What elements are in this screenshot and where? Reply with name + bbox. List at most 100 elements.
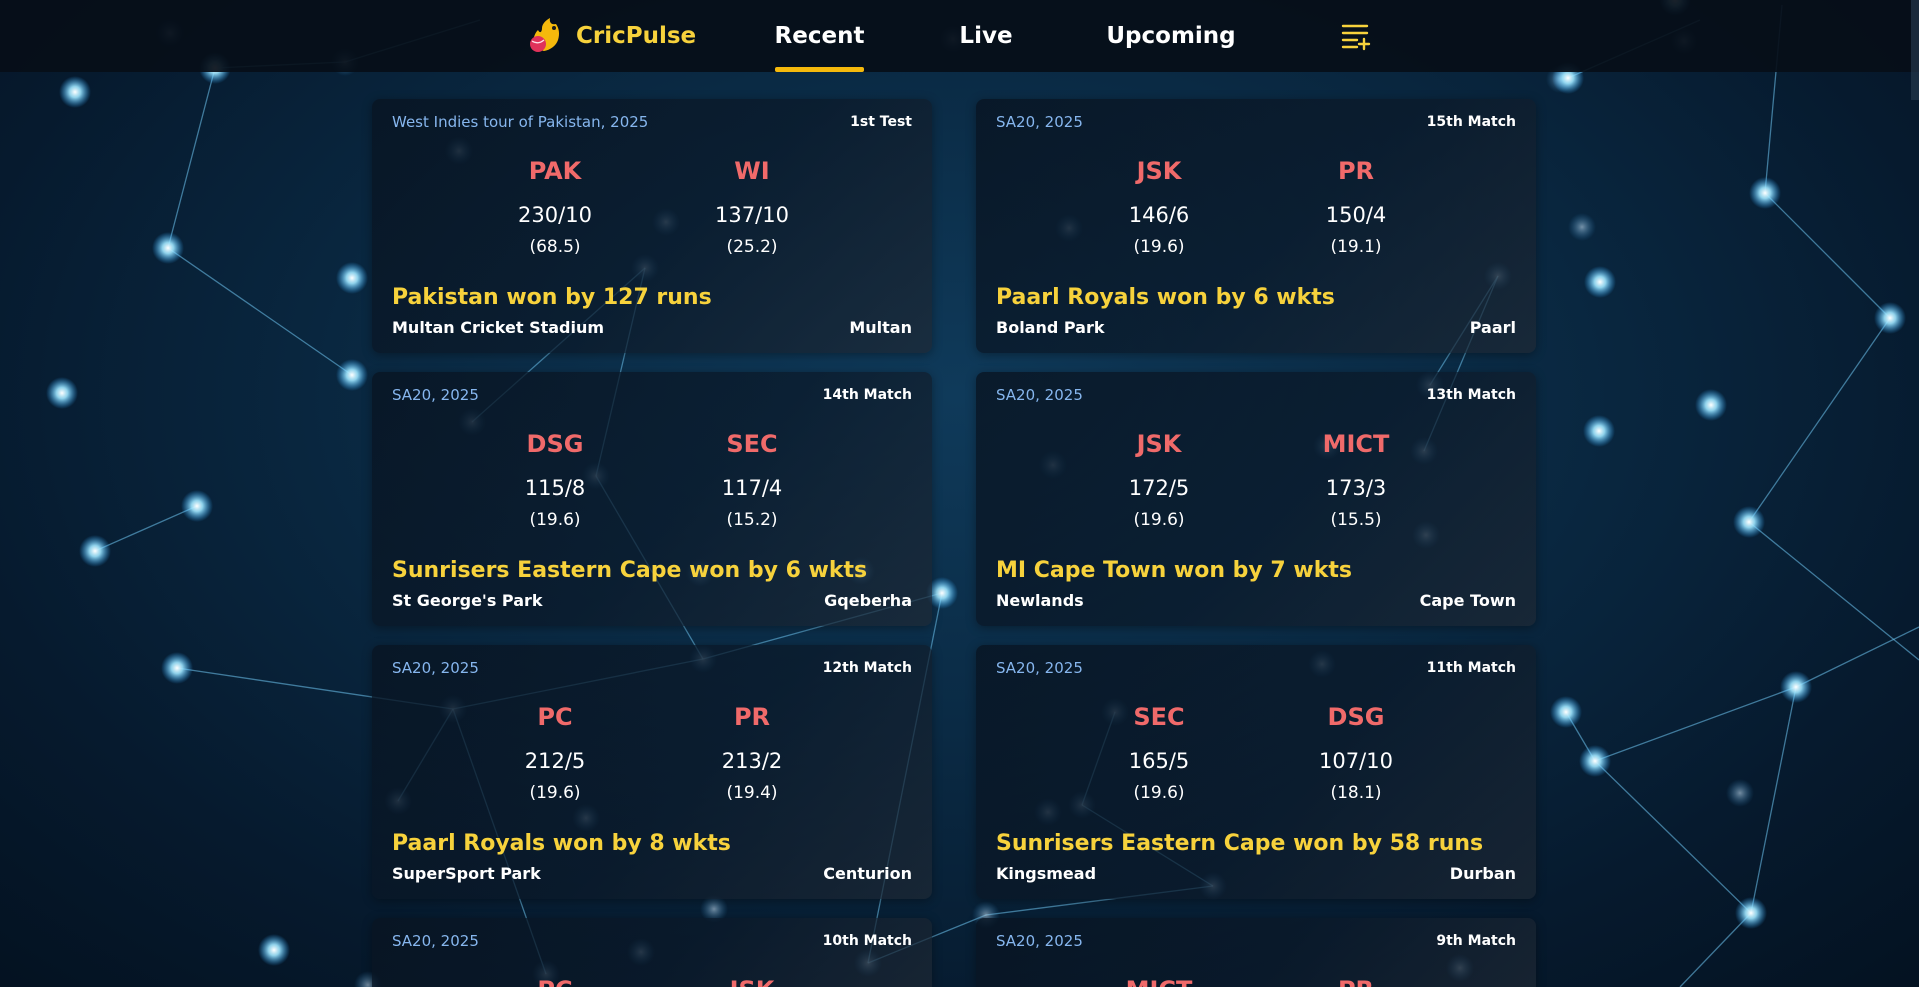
network-node <box>181 490 213 522</box>
tab-upcoming-label: Upcoming <box>1106 23 1236 49</box>
match-card[interactable]: West Indies tour of Pakistan, 2025 1st T… <box>372 99 932 353</box>
team2-name: JSK <box>672 976 832 987</box>
match-card[interactable]: SA20, 2025 15th Match JSK PR 146/6 150/4… <box>976 99 1536 353</box>
team1-overs: (19.6) <box>1133 510 1185 530</box>
team2-overs: (19.1) <box>1330 237 1382 257</box>
network-node <box>1749 177 1781 209</box>
team2-score: 150/4 <box>1325 203 1387 227</box>
match-number: 15th Match <box>1426 114 1516 130</box>
series-name: SA20, 2025 <box>996 113 1083 131</box>
team2-overs: (19.4) <box>726 783 778 803</box>
venue: St George's Park <box>392 591 543 610</box>
match-card[interactable]: SA20, 2025 10th Match PC JSK <box>372 918 932 987</box>
team2-overs: (25.2) <box>726 237 778 257</box>
network-node <box>1780 671 1812 703</box>
team2-score: 107/10 <box>1319 749 1393 773</box>
scrollbar[interactable] <box>1911 0 1919 100</box>
network-node <box>1568 213 1596 241</box>
team1-name: SEC <box>1133 703 1185 731</box>
match-card[interactable]: SA20, 2025 12th Match PC PR 212/5 213/2 … <box>372 645 932 899</box>
team1-score: 212/5 <box>524 749 586 773</box>
match-card[interactable]: SA20, 2025 14th Match DSG SEC 115/8 117/… <box>372 372 932 626</box>
team2-name: PR <box>1276 976 1436 987</box>
menu-list-icon <box>1341 24 1371 51</box>
match-number: 14th Match <box>822 387 912 403</box>
team2-overs: (18.1) <box>1330 783 1382 803</box>
menu-button[interactable] <box>1340 20 1372 52</box>
tab-upcoming[interactable]: Upcoming <box>1106 0 1236 72</box>
match-number: 11th Match <box>1426 660 1516 676</box>
series-name: SA20, 2025 <box>996 659 1083 677</box>
city: Paarl <box>1469 318 1516 337</box>
match-number: 12th Match <box>822 660 912 676</box>
series-name: SA20, 2025 <box>996 932 1083 950</box>
team1-score: 115/8 <box>524 476 586 500</box>
team2-name: PR <box>733 703 771 731</box>
team2-name: MICT <box>1322 430 1390 458</box>
venue: Boland Park <box>996 318 1105 337</box>
match-number: 13th Match <box>1426 387 1516 403</box>
team2-name: WI <box>734 157 770 185</box>
tab-live-label: Live <box>959 23 1013 49</box>
team1-name: JSK <box>1136 430 1182 458</box>
team2-overs: (15.2) <box>726 510 778 530</box>
team2-name: DSG <box>1327 703 1385 731</box>
team1-score: 172/5 <box>1128 476 1190 500</box>
venue: Newlands <box>996 591 1084 610</box>
venue: Kingsmead <box>996 864 1097 883</box>
city: Durban <box>1449 864 1516 883</box>
team1-name: MICT <box>1079 976 1239 987</box>
team1-name: PC <box>475 976 635 987</box>
network-node <box>1579 745 1611 777</box>
network-node <box>1584 266 1616 298</box>
match-card[interactable]: SA20, 2025 9th Match MICT PR <box>976 918 1536 987</box>
match-number: 10th Match <box>822 933 912 949</box>
team1-name: JSK <box>1136 157 1182 185</box>
team1-score: 230/10 <box>518 203 592 227</box>
tab-live[interactable]: Live <box>955 0 1017 72</box>
team1-name: PAK <box>528 157 582 185</box>
network-node <box>336 359 368 391</box>
network-node <box>1583 415 1615 447</box>
match-result: Sunrisers Eastern Cape won by 6 wkts <box>392 558 868 583</box>
brand[interactable]: CricPulse <box>526 16 696 56</box>
series-name: SA20, 2025 <box>392 659 479 677</box>
tab-recent[interactable]: Recent <box>775 0 864 72</box>
team2-name: SEC <box>726 430 778 458</box>
venue: Multan Cricket Stadium <box>392 318 605 337</box>
match-result: MI Cape Town won by 7 wkts <box>996 558 1352 583</box>
team2-name: PR <box>1337 157 1375 185</box>
team2-score: 137/10 <box>715 203 789 227</box>
team1-overs: (19.6) <box>529 783 581 803</box>
network-background <box>46 0 1919 987</box>
network-node <box>59 76 91 108</box>
city: Gqeberha <box>824 591 912 610</box>
city: Cape Town <box>1419 591 1516 610</box>
series-name: SA20, 2025 <box>996 386 1083 404</box>
match-number: 9th Match <box>1436 933 1516 949</box>
top-navbar: CricPulse Recent Live Upcoming <box>0 0 1919 72</box>
team2-score: 117/4 <box>721 476 783 500</box>
team1-score: 146/6 <box>1128 203 1190 227</box>
network-node <box>1874 302 1906 334</box>
team1-overs: (19.6) <box>1133 237 1185 257</box>
network-node <box>1733 506 1765 538</box>
match-card[interactable]: SA20, 2025 11th Match SEC DSG 165/5 107/… <box>976 645 1536 899</box>
series-name: West Indies tour of Pakistan, 2025 <box>392 113 649 131</box>
team1-score: 165/5 <box>1128 749 1190 773</box>
network-node <box>336 262 368 294</box>
venue: SuperSport Park <box>392 864 541 883</box>
network-node <box>1735 897 1767 929</box>
team2-score: 173/3 <box>1325 476 1387 500</box>
city: Centurion <box>823 864 912 883</box>
network-node <box>161 652 193 684</box>
network-node <box>1695 389 1727 421</box>
team2-overs: (15.5) <box>1330 510 1382 530</box>
network-node <box>1726 779 1754 807</box>
network-node <box>152 232 184 264</box>
network-node <box>46 377 78 409</box>
match-result: Sunrisers Eastern Cape won by 58 runs <box>996 831 1484 856</box>
series-name: SA20, 2025 <box>392 932 479 950</box>
series-name: SA20, 2025 <box>392 386 479 404</box>
match-card[interactable]: SA20, 2025 13th Match JSK MICT 172/5 173… <box>976 372 1536 626</box>
